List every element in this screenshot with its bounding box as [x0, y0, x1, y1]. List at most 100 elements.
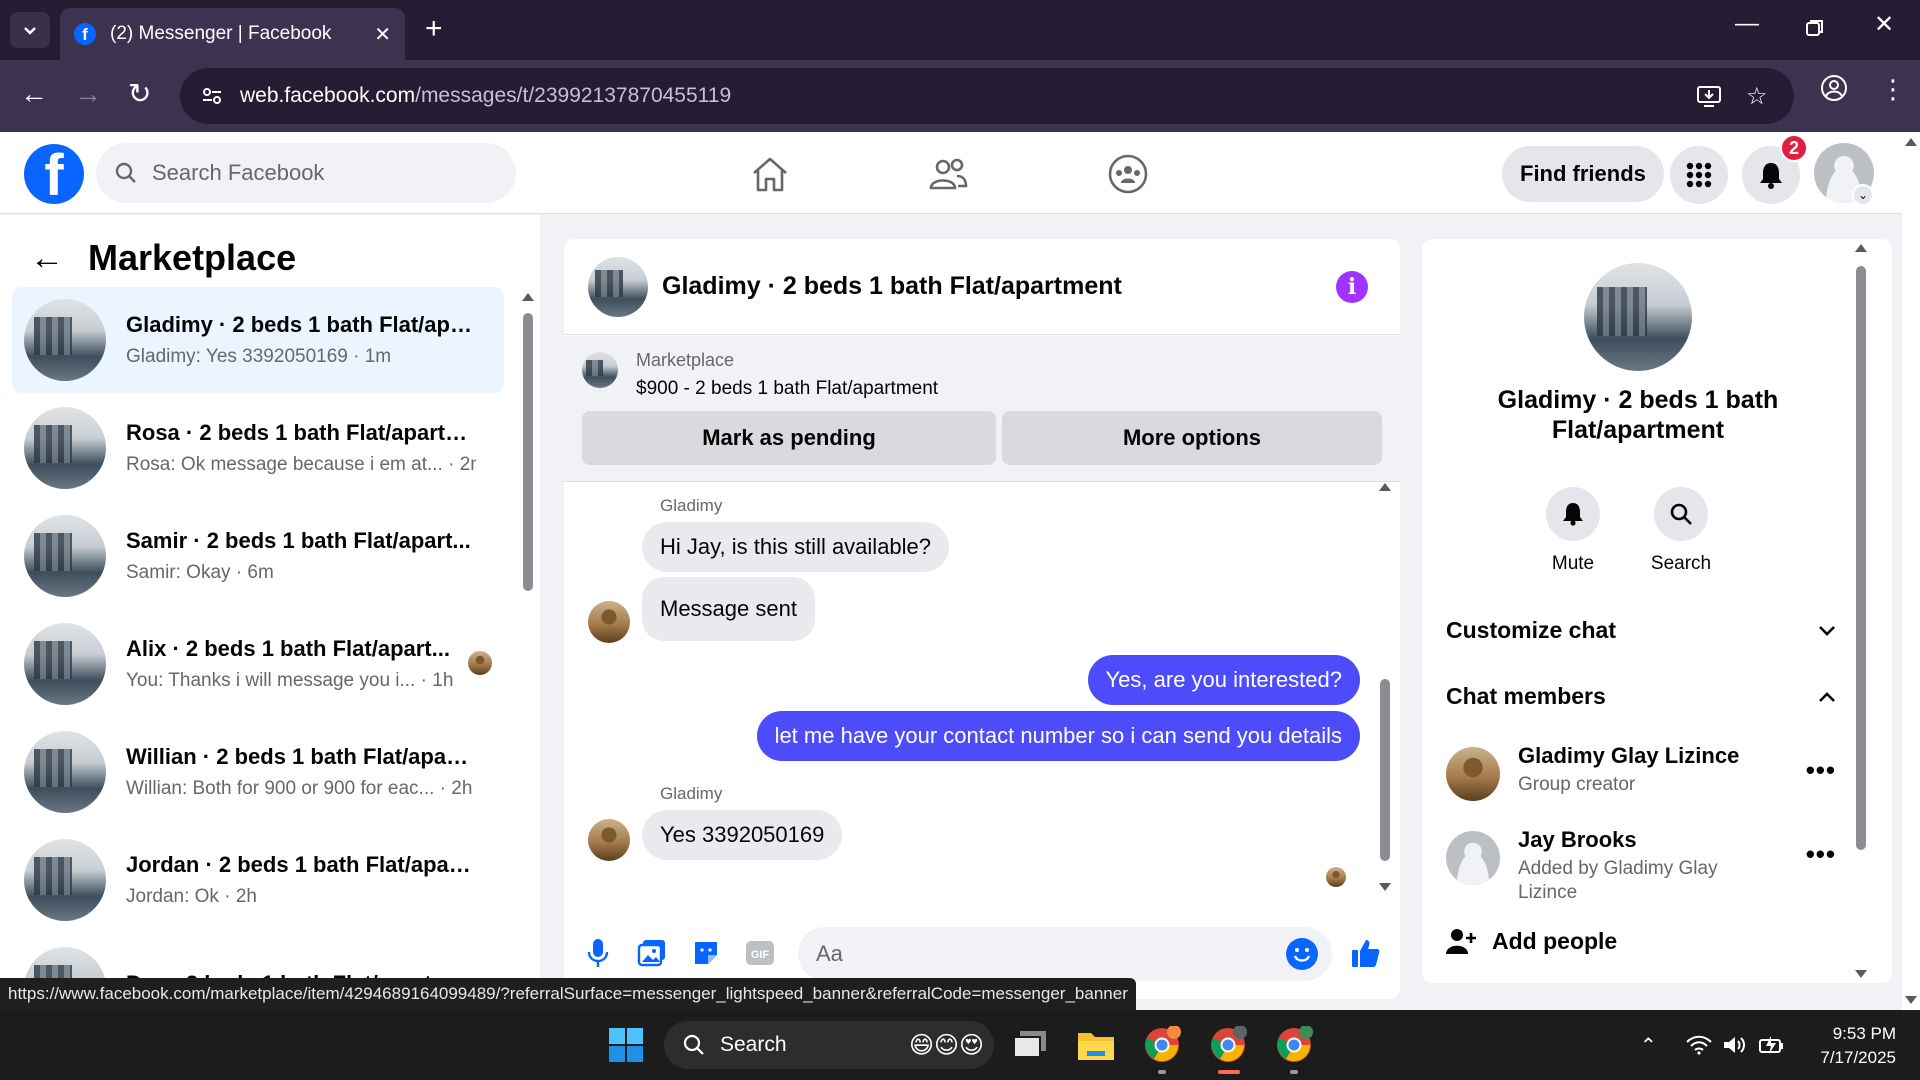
- new-tab-button[interactable]: +: [425, 14, 443, 44]
- sidebar-scrollbar[interactable]: [522, 293, 534, 993]
- customize-chat-section[interactable]: Customize chat: [1446, 617, 1836, 644]
- marketplace-listing-card: Marketplace $900 - 2 beds 1 bath Flat/ap…: [564, 336, 1400, 482]
- windows-taskbar: Search 😄😊😍 ⌃ 9:53 PM 7/17/2025: [0, 1010, 1920, 1080]
- message-input[interactable]: Aa: [798, 927, 1332, 981]
- message-sender: Gladimy: [660, 784, 723, 803]
- sender-avatar[interactable]: [588, 819, 630, 861]
- close-window-icon[interactable]: ✕: [1874, 10, 1894, 39]
- message-sender: Gladimy: [660, 496, 723, 515]
- sender-avatar[interactable]: [588, 601, 630, 643]
- add-people-button[interactable]: Add people: [1446, 927, 1617, 955]
- page-scrollbar[interactable]: [1902, 132, 1920, 1010]
- listing-thumbnail: [24, 839, 106, 921]
- install-app-icon[interactable]: [1696, 68, 1722, 124]
- gif-icon[interactable]: GIF: [742, 935, 778, 971]
- conversation-preview: Gladimy: Yes 3392050169 · 1m: [126, 346, 392, 367]
- member-role: Added by Gladimy Glay Lizince: [1518, 858, 1718, 903]
- chat-member-row[interactable]: Gladimy Glay Lizince Group creator •••: [1446, 741, 1836, 831]
- reload-icon[interactable]: ↻: [128, 78, 151, 110]
- incoming-message[interactable]: Hi Jay, is this still available?: [642, 522, 950, 572]
- chat-title[interactable]: Gladimy · 2 beds 1 bath Flat/apartment: [662, 272, 1122, 301]
- listing-thumbnail: [24, 407, 106, 489]
- search-in-conversation-button[interactable]: Search: [1636, 487, 1726, 575]
- file-explorer-icon[interactable]: [1074, 1023, 1118, 1067]
- back-arrow-icon[interactable]: ←: [20, 78, 48, 110]
- browser-tab-bar: f (2) Messenger | Facebook ✕ + — ✕: [0, 0, 1920, 60]
- outgoing-message[interactable]: Yes, are you interested?: [1087, 655, 1360, 705]
- incoming-message[interactable]: Message sent: [642, 577, 815, 641]
- tab-title: (2) Messenger | Facebook: [110, 23, 332, 44]
- system-clock[interactable]: 9:53 PM 7/17/2025: [1800, 1022, 1896, 1070]
- conversation-item[interactable]: Willian · 2 beds 1 bath Flat/apart... Wi…: [12, 719, 504, 825]
- chat-header: Gladimy · 2 beds 1 bath Flat/apartment i: [564, 239, 1400, 335]
- chat-members-section[interactable]: Chat members: [1446, 683, 1836, 710]
- search-icon: [683, 1034, 704, 1055]
- chevron-down-icon: [24, 27, 36, 35]
- conversation-item[interactable]: Alix · 2 beds 1 bath Flat/apart... You: …: [12, 611, 504, 717]
- search-facebook-input[interactable]: Search Facebook: [96, 143, 516, 203]
- outgoing-message[interactable]: let me have your contact number so i can…: [756, 711, 1360, 761]
- chrome-active-icon[interactable]: [1206, 1023, 1250, 1067]
- wifi-icon[interactable]: [1686, 1010, 1712, 1080]
- windows-start-icon[interactable]: [604, 1023, 648, 1067]
- address-bar-row: ← → ↻ web.facebook.com/messages/t/239921…: [0, 60, 1920, 132]
- conversation-item[interactable]: Rosa · 2 beds 1 bath Flat/apartm... Rosa…: [12, 395, 504, 501]
- conversation-avatar[interactable]: [1584, 263, 1692, 371]
- thumbs-up-icon[interactable]: [1348, 935, 1384, 971]
- volume-icon[interactable]: [1722, 1010, 1748, 1080]
- chat-members-label: Chat members: [1446, 683, 1606, 709]
- groups-icon[interactable]: [1104, 150, 1152, 198]
- mark-as-pending-button[interactable]: Mark as pending: [582, 411, 996, 465]
- facebook-logo-icon[interactable]: f: [24, 144, 84, 204]
- clock-date: 7/17/2025: [1820, 1048, 1896, 1067]
- show-hidden-icons-chevron-icon[interactable]: ⌃: [1640, 1010, 1657, 1080]
- conversation-name: Gladimy · 2 beds 1 bath Flat/apa...: [126, 312, 476, 337]
- info-panel-scrollbar[interactable]: [1854, 244, 1868, 984]
- minimize-icon[interactable]: —: [1735, 10, 1759, 38]
- listing-title[interactable]: $900 - 2 beds 1 bath Flat/apartment: [636, 378, 938, 400]
- friends-icon[interactable]: [924, 150, 972, 198]
- chat-avatar[interactable]: [588, 256, 648, 317]
- chrome-profile-a-icon[interactable]: [1140, 1023, 1184, 1067]
- more-options-icon[interactable]: •••: [1806, 755, 1836, 786]
- find-friends-button[interactable]: Find friends: [1502, 146, 1664, 202]
- battery-icon[interactable]: [1758, 1010, 1786, 1080]
- more-options-icon[interactable]: •••: [1806, 839, 1836, 870]
- tab-search-button[interactable]: [10, 12, 50, 48]
- emoji-icon[interactable]: [1286, 938, 1318, 970]
- conversation-preview: Jordan: Ok · 2h: [126, 886, 257, 907]
- sticker-icon[interactable]: [688, 935, 724, 971]
- conversation-item[interactable]: Gladimy · 2 beds 1 bath Flat/apa... Glad…: [12, 287, 504, 393]
- restore-icon[interactable]: [1806, 16, 1824, 44]
- bookmark-star-icon[interactable]: ☆: [1746, 68, 1768, 124]
- browser-menu-icon[interactable]: ⋮: [1880, 74, 1906, 105]
- chat-scrollbar[interactable]: [1378, 483, 1392, 895]
- microphone-icon[interactable]: [580, 935, 616, 971]
- chat-member-row[interactable]: Jay Brooks Added by Gladimy Glay Lizince…: [1446, 825, 1836, 915]
- url-text[interactable]: web.facebook.com/messages/t/239921378704…: [240, 84, 731, 108]
- incoming-message[interactable]: Yes 3392050169: [642, 810, 843, 860]
- conversation-item[interactable]: Jordan · 2 beds 1 bath Flat/apart... Jor…: [12, 827, 504, 933]
- forward-arrow-icon[interactable]: →: [74, 78, 102, 110]
- chrome-profile-b-icon[interactable]: [1272, 1023, 1316, 1067]
- info-icon[interactable]: i: [1336, 271, 1368, 303]
- taskbar-search-box[interactable]: Search 😄😊😍: [664, 1021, 994, 1069]
- account-chevron-icon[interactable]: ⌄: [1852, 184, 1874, 206]
- close-tab-icon[interactable]: ✕: [374, 22, 391, 47]
- more-options-button[interactable]: More options: [1002, 411, 1382, 465]
- running-indicator: [1290, 1070, 1298, 1074]
- mute-button[interactable]: Mute: [1528, 487, 1618, 575]
- photo-icon[interactable]: [634, 935, 670, 971]
- back-arrow-icon[interactable]: ←: [30, 241, 64, 275]
- profile-icon[interactable]: [1820, 74, 1848, 109]
- svg-text:GIF: GIF: [751, 949, 770, 961]
- browser-tab[interactable]: f (2) Messenger | Facebook ✕: [60, 8, 405, 60]
- conversation-item[interactable]: Samir · 2 beds 1 bath Flat/apart... Sami…: [12, 503, 504, 609]
- home-icon[interactable]: [746, 150, 794, 198]
- menu-grid-icon[interactable]: [1670, 146, 1728, 204]
- task-view-icon[interactable]: [1008, 1023, 1052, 1067]
- add-people-label: Add people: [1492, 927, 1618, 954]
- listing-thumbnail[interactable]: [582, 352, 618, 388]
- omnibox[interactable]: web.facebook.com/messages/t/239921378704…: [180, 68, 1794, 124]
- site-settings-icon[interactable]: [194, 78, 230, 114]
